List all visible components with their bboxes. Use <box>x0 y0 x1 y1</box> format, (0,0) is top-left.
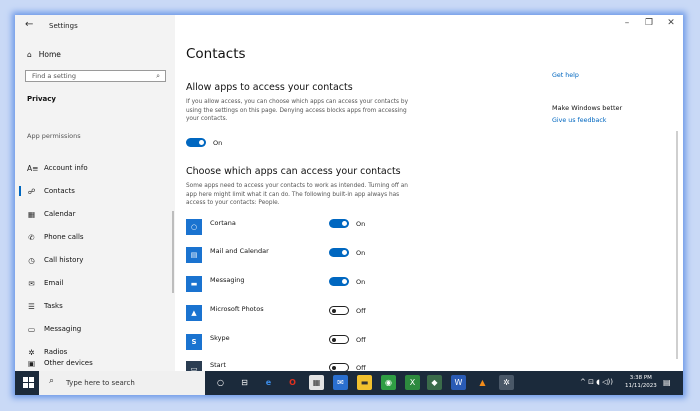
edge-icon[interactable]: e <box>261 375 276 390</box>
mail-calendar-toggle-label: On <box>356 249 366 257</box>
photos-taskbar-icon[interactable]: ◆ <box>427 375 442 390</box>
mail-calendar-toggle[interactable] <box>329 248 349 257</box>
sidebar-scrollbar[interactable] <box>172 211 174 293</box>
sidebar-item-label: Tasks <box>44 302 63 310</box>
sidebar-item-label: Other devices <box>44 359 93 367</box>
choose-apps-heading: Choose which apps can access your contac… <box>186 166 401 177</box>
phone-icon: ✆ <box>28 232 35 242</box>
task-view-icon[interactable]: ⊟ <box>237 375 252 390</box>
sidebar-item-label: Messaging <box>44 325 82 333</box>
app-name-messaging: Messaging <box>210 276 245 284</box>
cortana-circle-icon[interactable]: ○ <box>213 375 228 390</box>
chrome-icon[interactable]: ◉ <box>381 375 396 390</box>
messaging-icon: ▭ <box>27 324 36 334</box>
skype-icon: S <box>186 334 202 350</box>
notification-center-icon[interactable]: ▤ <box>663 378 671 387</box>
devices-icon: ▣ <box>27 358 36 368</box>
sidebar: ⌂ Home Find a setting ⌕ Privacy App perm… <box>15 15 175 371</box>
get-help-link[interactable]: Get help <box>552 72 579 79</box>
sidebar-item-label: Email <box>44 279 64 287</box>
allow-access-toggle-label: On <box>213 139 223 147</box>
photos-toggle-label: Off <box>356 307 366 315</box>
mail-calendar-icon: ▤ <box>186 247 202 263</box>
sidebar-item-account-info[interactable]: A≡ Account info <box>27 160 167 176</box>
store-icon[interactable]: ▦ <box>309 375 324 390</box>
tasks-icon: ☰ <box>28 301 35 311</box>
excel-icon[interactable]: X <box>405 375 420 390</box>
app-name-start: Start <box>210 361 226 369</box>
taskbar-search-placeholder: Type here to search <box>66 379 135 387</box>
taskbar: ⌕ Type here to search ○ ⊟ e O ▦ ✉ ▬ ◉ X … <box>15 371 683 395</box>
sidebar-item-label: Call history <box>44 256 84 264</box>
contacts-icon: ☍ <box>27 186 36 196</box>
sidebar-item-calendar[interactable]: ▦ Calendar <box>27 206 167 222</box>
sidebar-item-tasks[interactable]: ☰ Tasks <box>27 298 167 314</box>
photos-toggle[interactable] <box>329 306 349 315</box>
sidebar-item-label: Phone calls <box>44 233 84 241</box>
window-title: Settings <box>49 22 78 30</box>
find-setting-input[interactable]: Find a setting ⌕ <box>25 70 166 82</box>
make-windows-better-heading: Make Windows better <box>552 104 623 112</box>
main-scrollbar[interactable] <box>676 131 678 359</box>
calendar-icon: ▦ <box>27 209 36 219</box>
home-label: Home <box>38 50 61 59</box>
app-name-mail-calendar: Mail and Calendar <box>210 247 269 255</box>
settings-gear-icon[interactable]: ✲ <box>499 375 514 390</box>
choose-apps-description: Some apps need to access your contacts t… <box>186 183 408 207</box>
sidebar-item-contacts[interactable]: ☍ Contacts <box>19 183 167 199</box>
back-arrow-icon[interactable]: ← <box>25 19 33 30</box>
give-feedback-link[interactable]: Give us feedback <box>552 117 606 124</box>
taskbar-clock[interactable]: 3:38 PM 11/11/2023 <box>625 374 657 390</box>
allow-access-heading: Allow apps to access your contacts <box>186 82 353 93</box>
settings-window: ⌂ Home Find a setting ⌕ Privacy App perm… <box>15 15 683 395</box>
home-icon: ⌂ <box>27 50 32 59</box>
sidebar-item-label: Account info <box>44 164 88 172</box>
messaging-toggle[interactable] <box>329 277 349 286</box>
email-icon: ✉ <box>28 278 35 288</box>
clock-time: 3:38 PM <box>629 375 652 381</box>
clock-date: 11/11/2023 <box>625 383 657 389</box>
sidebar-item-other-devices[interactable]: ▣ Other devices <box>27 355 167 371</box>
opera-icon[interactable]: O <box>285 375 300 390</box>
allow-access-description: If you allow access, you can choose whic… <box>186 99 409 123</box>
search-icon[interactable]: ⌕ <box>156 72 160 81</box>
word-icon[interactable]: W <box>451 375 466 390</box>
app-name-photos: Microsoft Photos <box>210 305 264 313</box>
mail-icon[interactable]: ✉ <box>333 375 348 390</box>
messaging-toggle-label: On <box>356 278 366 286</box>
cortana-toggle[interactable] <box>329 219 349 228</box>
main-content: Contacts Allow apps to access your conta… <box>186 15 683 377</box>
skype-toggle-label: Off <box>356 336 366 344</box>
search-placeholder: Find a setting <box>32 72 76 80</box>
system-tray-icons[interactable]: ^ ⊡ ◖ ◁)) <box>580 378 613 386</box>
messaging-app-icon: ▬ <box>186 276 202 292</box>
photos-icon: ▲ <box>186 305 202 321</box>
app-name-cortana: Cortana <box>210 219 236 227</box>
sidebar-item-label: Contacts <box>44 187 75 195</box>
sidebar-item-messaging[interactable]: ▭ Messaging <box>27 321 167 337</box>
sidebar-item-email[interactable]: ✉ Email <box>27 275 167 291</box>
page-title: Contacts <box>186 46 246 62</box>
allow-access-toggle[interactable] <box>186 138 206 147</box>
account-info-icon: A≡ <box>27 163 39 173</box>
sidebar-item-phone-calls[interactable]: ✆ Phone calls <box>27 229 167 245</box>
cortana-toggle-label: On <box>356 220 366 228</box>
app-name-skype: Skype <box>210 334 230 342</box>
group-title-app-permissions: App permissions <box>27 132 81 140</box>
section-title-privacy: Privacy <box>27 95 56 103</box>
history-icon: ◷ <box>28 255 35 265</box>
skype-toggle[interactable] <box>329 335 349 344</box>
home-nav-item[interactable]: ⌂ Home <box>27 50 61 59</box>
vlc-icon[interactable]: ▲ <box>475 375 490 390</box>
windows-start-icon[interactable] <box>23 377 35 389</box>
toggle-knob <box>199 140 204 145</box>
sidebar-item-call-history[interactable]: ◷ Call history <box>27 252 167 268</box>
sidebar-item-label: Calendar <box>44 210 76 218</box>
taskbar-search-icon: ⌕ <box>49 376 55 386</box>
cortana-icon: ○ <box>186 219 202 235</box>
file-explorer-icon[interactable]: ▬ <box>357 375 372 390</box>
taskbar-search-box[interactable]: ⌕ Type here to search <box>39 371 205 395</box>
